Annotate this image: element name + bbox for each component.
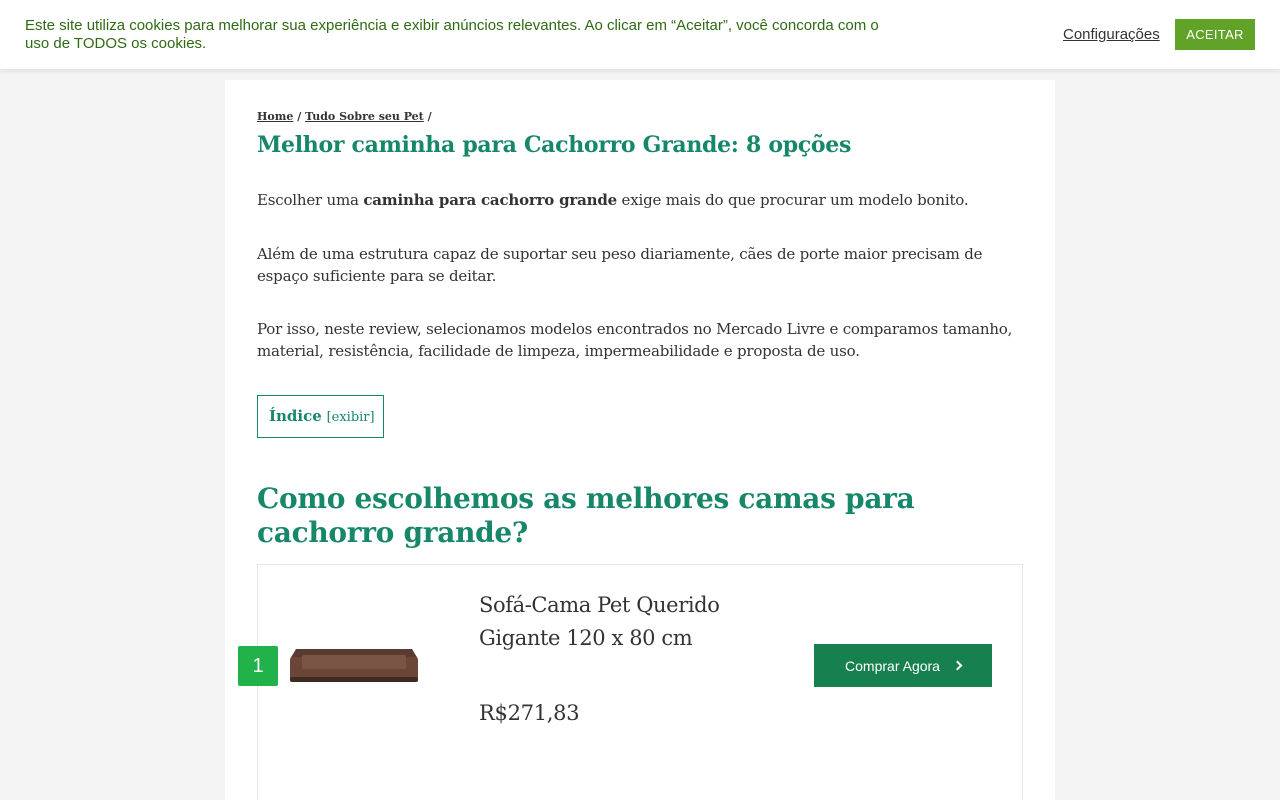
intro-p1-keyword: caminha para cachorro grande bbox=[363, 191, 617, 209]
product-name: Sofá-Cama Pet Querido Gigante 120 x 80 c… bbox=[479, 593, 720, 650]
toc-title: Índice bbox=[269, 407, 322, 425]
intro-paragraph-2: Além de uma estrutura capaz de suportar … bbox=[257, 245, 983, 285]
cookie-banner-text: Este site utiliza cookies para melhorar … bbox=[25, 17, 879, 52]
section-title: Como escolhemos as melhores camas para c… bbox=[257, 482, 915, 549]
cookie-settings-link[interactable]: Configurações bbox=[1063, 26, 1160, 43]
product-price: R$271,83 bbox=[479, 701, 580, 725]
buy-now-label: Comprar Agora bbox=[845, 657, 940, 674]
breadcrumb-separator: / bbox=[423, 110, 432, 123]
page-title: Melhor caminha para Cachorro Grande: 8 o… bbox=[257, 132, 852, 158]
table-of-contents: Índice [exibir] bbox=[257, 395, 384, 438]
breadcrumb: Home / Tudo Sobre seu Pet / bbox=[257, 110, 432, 123]
breadcrumb-separator: / bbox=[293, 110, 306, 123]
breadcrumb-home-link[interactable]: Home bbox=[257, 110, 293, 123]
intro-p1-text: Escolher uma bbox=[257, 191, 364, 209]
product-rank-badge: 1 bbox=[238, 646, 278, 686]
cookie-banner: Este site utiliza cookies para melhorar … bbox=[0, 0, 1280, 69]
cookie-accept-button[interactable]: ACEITAR bbox=[1175, 19, 1255, 50]
bed-bottom-edge bbox=[290, 677, 418, 682]
buy-now-button[interactable]: Comprar Agora bbox=[814, 644, 992, 687]
product-image[interactable] bbox=[288, 637, 420, 687]
article-content: Home / Tudo Sobre seu Pet / Melhor camin… bbox=[225, 80, 1055, 800]
chevron-right-icon bbox=[952, 660, 963, 671]
bed-cushion bbox=[302, 655, 406, 669]
toc-toggle-link[interactable]: [exibir] bbox=[327, 410, 375, 425]
intro-paragraph-3: Por isso, neste review, selecionamos mod… bbox=[257, 320, 1013, 360]
product-card: 1 Sofá-Cama Pet Querido Gigante 120 x 80… bbox=[238, 564, 1023, 800]
intro-paragraph-1: Escolher uma caminha para cachorro grand… bbox=[257, 189, 1027, 211]
intro-p1-text-end: exige mais do que procurar um modelo bon… bbox=[616, 191, 969, 209]
breadcrumb-category-link[interactable]: Tudo Sobre seu Pet bbox=[305, 110, 424, 123]
